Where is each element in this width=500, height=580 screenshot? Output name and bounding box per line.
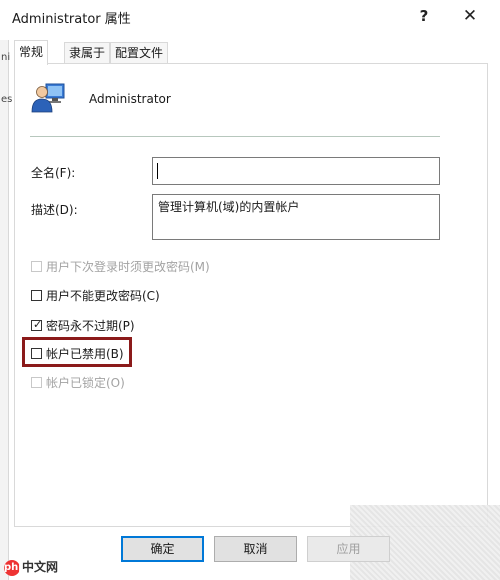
close-button[interactable]: ✕	[450, 2, 490, 30]
user-name: Administrator	[89, 92, 171, 106]
checkbox-label: 密码永不过期(P)	[46, 318, 135, 333]
checkbox-label: 帐户已锁定(O)	[46, 375, 125, 390]
user-account-icon	[31, 83, 65, 113]
cancel-button[interactable]: 取消	[214, 536, 297, 562]
help-button[interactable]: ?	[404, 2, 444, 30]
tab-general[interactable]: 常规	[14, 40, 49, 65]
checkbox-box[interactable]	[31, 376, 42, 388]
watermark-text: 中文网	[22, 560, 59, 574]
checkbox-password-never-expires[interactable]: ✓ 密码永不过期(P)	[31, 317, 135, 333]
properties-dialog: ni es Administrator 属性 ? ✕ 常规 隶属于 配置文件 A…	[0, 0, 500, 580]
site-watermark: php中文网	[4, 558, 58, 576]
checkbox-cannot-change-password[interactable]: 用户不能更改密码(C)	[31, 287, 160, 303]
checkbox-box[interactable]	[31, 347, 42, 359]
title-bar: Administrator 属性 ? ✕	[0, 0, 500, 32]
checkbox-label: 用户下次登录时须更改密码(M)	[46, 259, 210, 274]
apply-button[interactable]: 应用	[307, 536, 390, 562]
background-text-1: ni	[1, 52, 11, 63]
tab-profile[interactable]: 配置文件	[110, 42, 169, 63]
checkbox-label: 帐户已禁用(B)	[46, 346, 124, 361]
background-text-2: es	[1, 94, 13, 105]
fullname-label: 全名(F):	[31, 166, 76, 180]
checkbox-must-change-password[interactable]: 用户下次登录时须更改密码(M)	[31, 258, 210, 274]
checkmark-icon: ✓	[33, 317, 43, 331]
text-caret	[157, 163, 158, 179]
background-window-edge: ni es	[0, 40, 13, 580]
checkbox-box[interactable]	[31, 260, 42, 272]
checkbox-label: 用户不能更改密码(C)	[46, 288, 160, 303]
description-input[interactable]: 管理计算机(域)的内置帐户	[152, 194, 440, 240]
checkbox-box[interactable]	[31, 289, 42, 301]
checkbox-account-disabled[interactable]: 帐户已禁用(B)	[31, 345, 124, 361]
divider	[30, 136, 440, 137]
checkbox-box[interactable]: ✓	[31, 317, 43, 331]
description-label: 描述(D):	[31, 203, 78, 217]
window-title: Administrator 属性	[12, 12, 131, 27]
ok-button[interactable]: 确定	[121, 536, 204, 562]
tab-member-of[interactable]: 隶属于	[64, 42, 111, 63]
php-logo-icon: php	[4, 559, 25, 576]
checkbox-account-locked[interactable]: 帐户已锁定(O)	[31, 374, 125, 390]
fullname-input[interactable]	[152, 157, 440, 185]
